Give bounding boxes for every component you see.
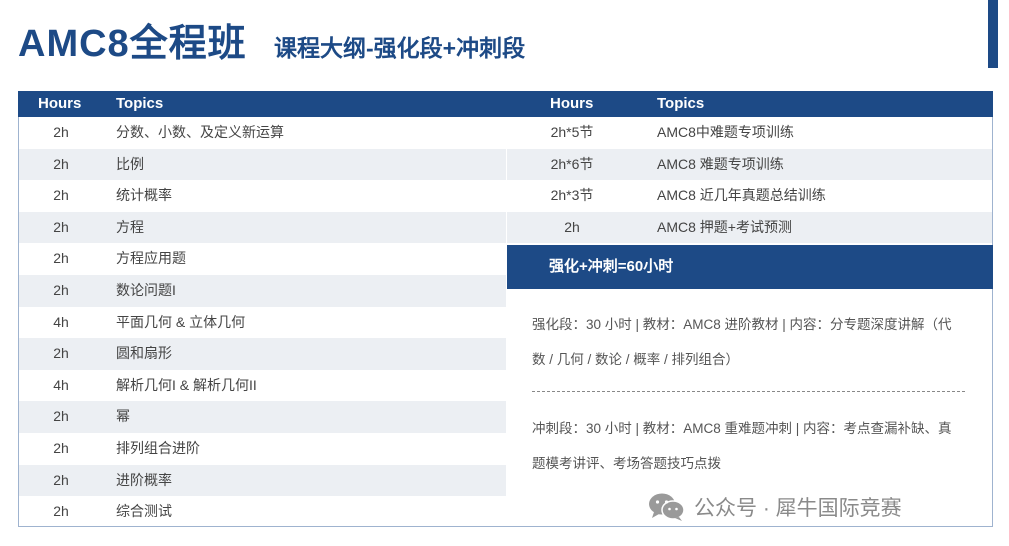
right-header-topics: Topics <box>657 95 705 112</box>
table-row: 2h 幂 <box>19 401 506 433</box>
row-topic: 比例 <box>116 155 144 172</box>
row-hours: 2h <box>53 408 69 425</box>
row-hours: 2h <box>53 282 69 298</box>
row-hours: 4h <box>53 376 69 393</box>
watermark-text: 公众号 · 犀牛国际竞赛 <box>694 497 902 520</box>
row-topic: 数论问题I <box>116 282 176 298</box>
row-topic: AMC8中难题专项训练 <box>657 124 794 140</box>
row-topic: 方程 <box>116 218 144 235</box>
table-row: 4h 平面几何 & 立体几何 <box>19 307 506 339</box>
row-topic: 综合测试 <box>116 503 172 520</box>
total-hours-text: 强化+冲刺=60小时 <box>549 258 674 275</box>
row-topic: 进阶概率 <box>116 471 172 488</box>
row-topic: 分数、小数、及定义新运算 <box>116 124 284 140</box>
left-header-hours: Hours <box>38 95 82 112</box>
left-header-topics: Topics <box>116 95 164 112</box>
row-hours: 2h*6节 <box>550 155 594 172</box>
table-row: 2h 综合测试 <box>19 496 506 528</box>
wechat-icon <box>649 493 685 521</box>
row-hours: 2h <box>53 124 69 140</box>
row-topic: 排列组合进阶 <box>116 440 200 456</box>
dashed-divider <box>532 391 965 392</box>
table-row: 2h 分数、小数、及定义新运算 <box>19 117 506 149</box>
row-topic: AMC8 难题专项训练 <box>657 155 784 172</box>
sprint-line-2: 题模考讲评、考场答题技巧点拨 <box>532 456 721 471</box>
row-topic: 圆和扇形 <box>116 345 172 362</box>
table-row: 2h 统计概率 <box>19 180 506 212</box>
row-hours: 2h <box>53 440 69 456</box>
intensive-line-2: 数 / 几何 / 数论 / 概率 / 排列组合） <box>532 352 740 367</box>
row-hours: 2h <box>53 218 69 235</box>
table-row: 2h 圆和扇形 <box>19 338 506 370</box>
watermark: 公众号 · 犀牛国际竞赛 <box>648 490 902 524</box>
table-row: 2h*6节 AMC8 难题专项训练 <box>507 148 992 181</box>
corner-accent-bar <box>988 0 998 68</box>
row-hours: 2h <box>53 503 69 520</box>
row-hours: 4h <box>53 313 69 330</box>
table-row: 2h 方程应用题 <box>19 243 506 275</box>
intensive-line-1: 强化段：30 小时 | 教材：AMC8 进阶教材 | 内容：分专题深度讲解（代 <box>532 317 952 332</box>
row-hours: 2h <box>53 250 69 267</box>
row-hours: 2h <box>564 218 580 235</box>
row-hours: 2h*3节 <box>550 187 594 204</box>
table-row: 2h 进阶概率 <box>19 464 506 497</box>
table-row: 2h AMC8 押题+考试预测 <box>507 211 992 244</box>
table-row: 2h 方程 <box>19 211 506 244</box>
sprint-line-1: 冲刺段：30 小时 | 教材：AMC8 重难题冲刺 | 内容：考点查漏补缺、真 <box>532 421 952 436</box>
intensive-stage-description: 强化段：30 小时 | 教材：AMC8 进阶教材 | 内容：分专题深度讲解（代 … <box>532 307 977 377</box>
table-row: 2h 排列组合进阶 <box>19 433 506 465</box>
page-subtitle: 课程大纲-强化段+冲刺段 <box>274 35 526 61</box>
row-topic: AMC8 近几年真题总结训练 <box>657 187 826 204</box>
page-title: AMC8全程班 <box>18 23 247 65</box>
table-header-bar <box>18 91 993 117</box>
total-hours-banner: 强化+冲刺=60小时 <box>507 245 993 289</box>
row-topic: 平面几何 & 立体几何 <box>116 313 246 330</box>
row-hours: 2h <box>53 471 69 488</box>
table-row: 2h*3节 AMC8 近几年真题总结训练 <box>507 180 992 212</box>
row-hours: 2h*5节 <box>550 124 594 140</box>
row-topic: 统计概率 <box>116 187 172 204</box>
table-row: 4h 解析几何I & 解析几何II <box>19 370 506 402</box>
row-topic: 幂 <box>116 408 130 425</box>
row-topic: 方程应用题 <box>116 250 186 267</box>
table-row: 2h 数论问题I <box>19 275 506 307</box>
row-hours: 2h <box>53 155 69 172</box>
row-hours: 2h <box>53 187 69 204</box>
table-row: 2h 比例 <box>19 148 506 181</box>
row-hours: 2h <box>53 345 69 362</box>
row-topic: AMC8 押题+考试预测 <box>657 218 792 235</box>
table-row: 2h*5节 AMC8中难题专项训练 <box>507 117 992 149</box>
row-topic: 解析几何I & 解析几何II <box>116 376 257 393</box>
sprint-stage-description: 冲刺段：30 小时 | 教材：AMC8 重难题冲刺 | 内容：考点查漏补缺、真 … <box>532 411 977 481</box>
right-header-hours: Hours <box>550 95 594 112</box>
